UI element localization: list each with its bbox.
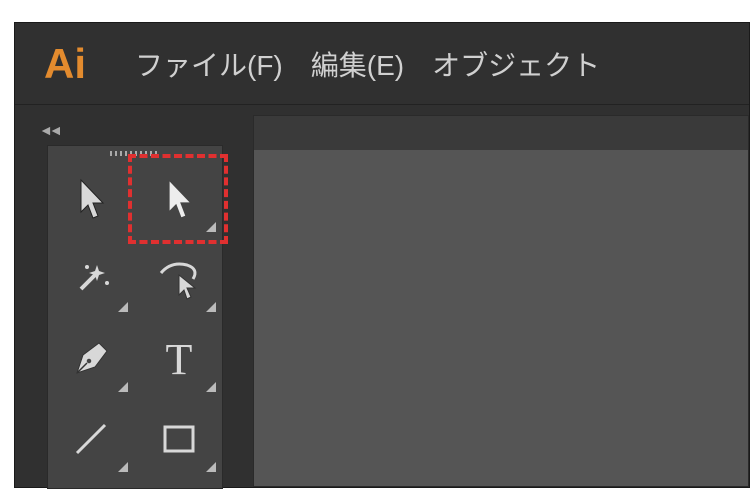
flyout-indicator-icon	[206, 222, 216, 232]
direct-selection-cursor-icon	[159, 176, 199, 222]
magic-wand-icon	[67, 255, 115, 303]
magic-wand-tool[interactable]	[48, 240, 134, 318]
flyout-indicator-icon	[206, 462, 216, 472]
selection-cursor-icon	[71, 176, 111, 222]
document-tab-strip[interactable]	[254, 116, 748, 150]
type-icon: T	[166, 334, 193, 385]
app-window: Ai ファイル(F) 編集(E) オブジェクト ◄◄	[14, 22, 750, 488]
type-tool[interactable]: T	[136, 320, 222, 398]
flyout-indicator-icon	[206, 302, 216, 312]
canvas-area[interactable]	[253, 115, 749, 487]
menu-edit[interactable]: 編集(E)	[311, 44, 404, 84]
grip-dots-icon	[110, 151, 160, 156]
panel-collapse-icon: ◄◄	[39, 122, 59, 138]
lasso-icon	[153, 255, 205, 303]
rectangle-tool[interactable]	[136, 400, 222, 478]
flyout-indicator-icon	[118, 382, 128, 392]
menu-object[interactable]: オブジェクト	[432, 44, 600, 84]
line-icon	[67, 415, 115, 463]
direct-selection-tool[interactable]	[136, 160, 222, 238]
pen-icon	[67, 335, 115, 383]
menu-file[interactable]: ファイル(F)	[135, 44, 283, 84]
menu-bar: Ai ファイル(F) 編集(E) オブジェクト	[15, 23, 749, 105]
line-segment-tool[interactable]	[48, 400, 134, 478]
selection-tool[interactable]	[48, 160, 134, 238]
flyout-indicator-icon	[206, 382, 216, 392]
tools-body: T	[47, 145, 223, 489]
menu-items: ファイル(F) 編集(E) オブジェクト	[135, 44, 600, 84]
workspace: ◄◄	[15, 105, 749, 487]
app-logo: Ai	[15, 40, 115, 88]
panel-grip[interactable]	[48, 146, 222, 160]
pen-tool[interactable]	[48, 320, 134, 398]
tool-grid: T	[48, 160, 222, 478]
rectangle-icon	[155, 415, 203, 463]
flyout-indicator-icon	[118, 462, 128, 472]
tools-panel-header[interactable]: ◄◄	[29, 115, 233, 145]
tools-panel: ◄◄	[15, 115, 233, 487]
flyout-indicator-icon	[118, 302, 128, 312]
lasso-tool[interactable]	[136, 240, 222, 318]
